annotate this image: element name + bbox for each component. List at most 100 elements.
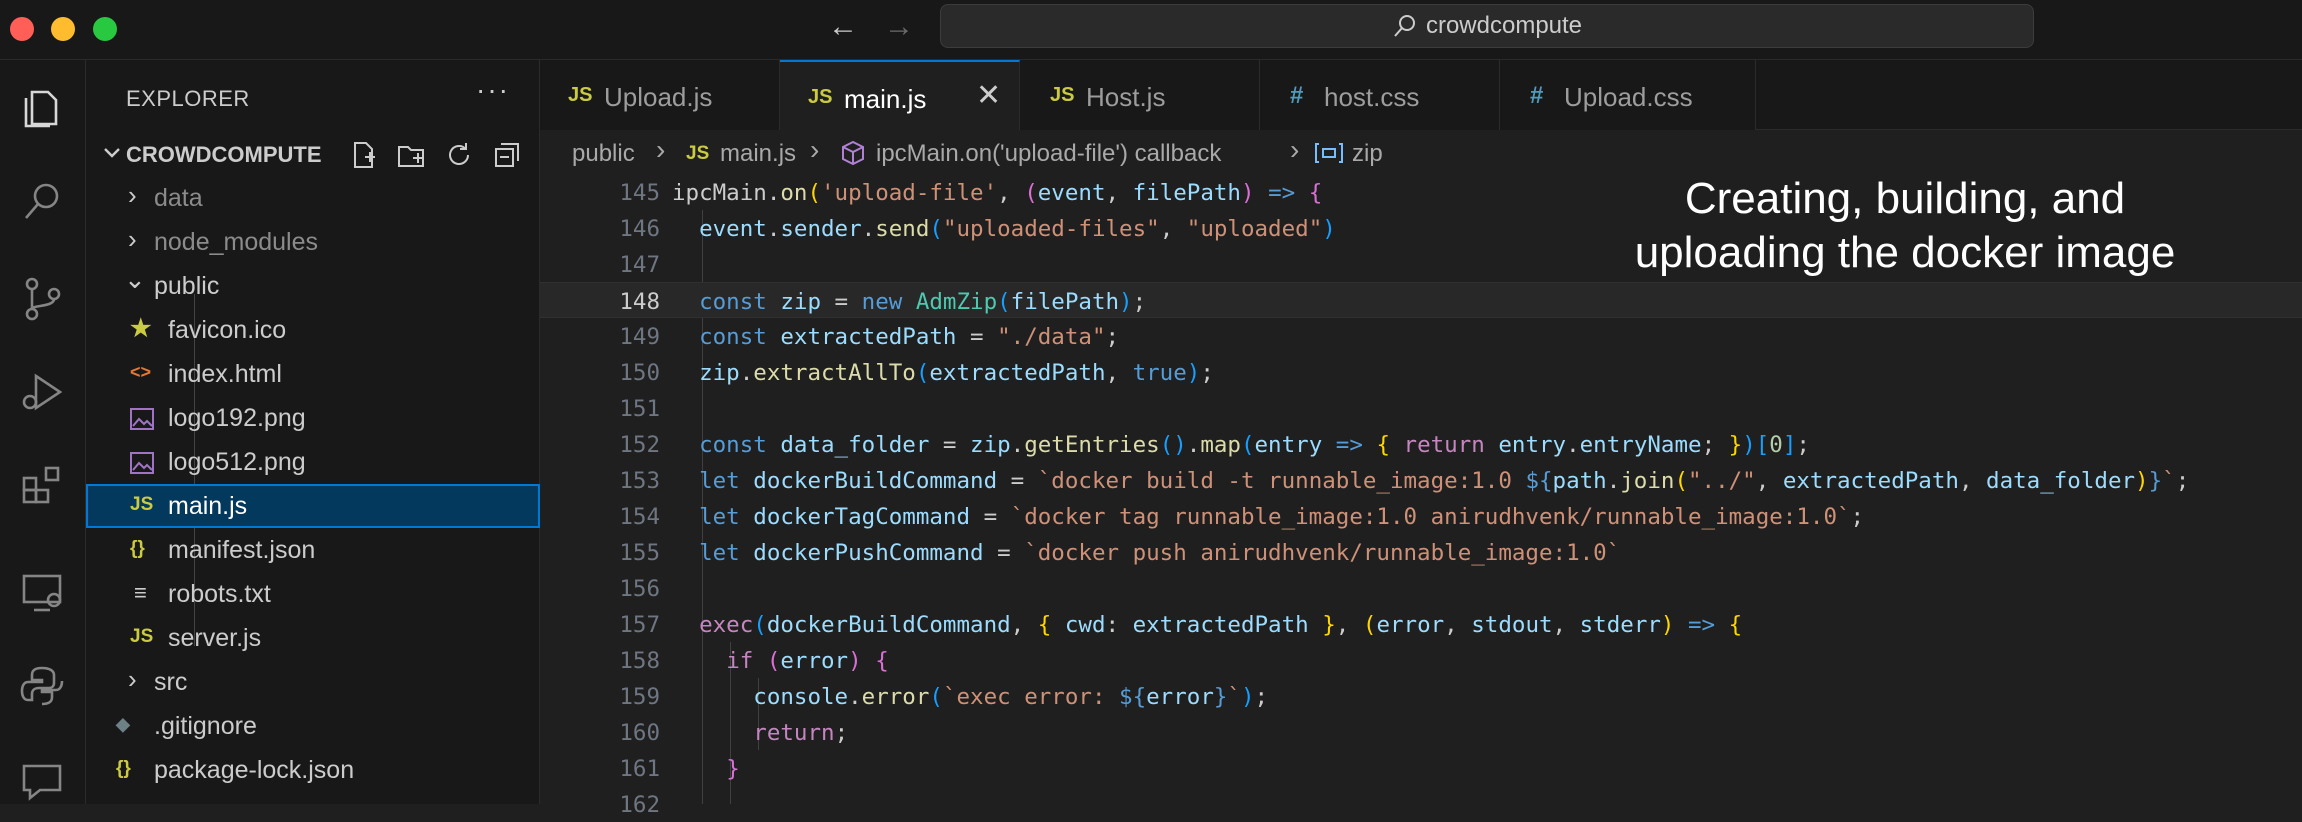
html-file-icon: <> [130,362,152,382]
tab-label: Upload.css [1564,82,1693,112]
run-debug-icon[interactable] [10,360,74,424]
tree-folder-data[interactable]: › data [86,176,540,220]
extensions-icon[interactable] [10,454,74,518]
tree-label: data [154,184,203,212]
code-line: 149 const extractedPath = "./data"; [540,318,2302,354]
search-icon[interactable] [10,170,74,234]
tree-file-robots[interactable]: ≡ robots.txt [86,572,540,616]
breadcrumb-folder[interactable]: public [572,140,635,168]
close-window-button[interactable] [10,17,34,41]
tab-main-js[interactable]: JS main.js ✕ [780,60,1020,131]
tree-file-manifest[interactable]: {} manifest.json [86,528,540,572]
code-text: } [726,756,740,782]
code-line: 161 } [540,750,2302,786]
tree-label: index.html [168,360,282,388]
tab-label: Upload.js [604,82,713,112]
tree-label: .gitignore [154,712,257,740]
command-center-search[interactable]: crowdcompute [940,4,2034,48]
code-line-current: 148 const zip = new AdmZip(filePath); [540,282,2302,318]
refresh-icon[interactable] [444,140,474,170]
tree-folder-node-modules[interactable]: › node_modules [86,220,540,264]
css-file-icon: # [1290,82,1304,109]
python-icon[interactable] [10,654,74,718]
tab-upload-css[interactable]: # Upload.css [1500,60,1756,130]
tree-label: src [154,668,188,696]
code-line: 162 [540,786,2302,822]
code-text: exec(dockerBuildCommand, { cwd: extracte… [699,612,1743,638]
breadcrumb-separator: › [810,134,820,165]
line-number: 151 [619,396,660,422]
tree-file-logo192[interactable]: logo192.png [86,396,540,440]
close-icon[interactable]: ✕ [976,78,1001,113]
tab-label: main.js [844,84,927,114]
star-icon: ★ [130,315,152,342]
chevron-down-icon: ⌄ [124,264,146,294]
code-line: 152 const data_folder = zip.getEntries()… [540,426,2302,462]
tree-label: package-lock.json [154,756,355,784]
js-file-icon: JS [808,86,833,108]
new-folder-icon[interactable] [396,140,426,170]
tree-label: server.js [168,624,262,652]
json-file-icon: {} [116,758,131,779]
back-arrow-icon[interactable]: ← [828,10,858,44]
tab-upload-js[interactable]: JS Upload.js [540,60,780,130]
code-line: 157 exec(dockerBuildCommand, { cwd: extr… [540,606,2302,642]
tree-file-server-js[interactable]: JS server.js [86,616,540,660]
tree-label: logo512.png [168,448,306,476]
line-number: 148 [619,289,660,315]
new-file-icon[interactable] [348,140,378,170]
chevron-right-icon: › [128,224,137,254]
tree-file-gitignore[interactable]: ◆ .gitignore [86,704,540,748]
source-control-icon[interactable] [10,266,74,330]
git-file-icon: ◆ [116,714,130,734]
explorer-actions [348,140,522,170]
line-number: 162 [619,792,660,818]
tab-host-css[interactable]: # host.css [1260,60,1500,130]
line-number: 156 [619,576,660,602]
code-text: const extractedPath = "./data"; [699,324,1120,350]
maximize-window-button[interactable] [93,17,117,41]
breadcrumb-variable[interactable]: zip [1352,140,1383,168]
line-number: 146 [619,216,660,242]
tab-host-js[interactable]: JS Host.js [1020,60,1260,130]
json-file-icon: {} [130,538,145,559]
text-file-icon: ≡ [134,580,147,605]
image-file-icon [130,408,154,430]
tree-file-package-lock[interactable]: {} package-lock.json [86,748,540,792]
tree-label: node_modules [154,228,319,256]
explorer-icon[interactable] [10,76,74,140]
chat-icon[interactable] [10,750,74,814]
js-file-icon: JS [686,143,710,164]
tree-file-main-js[interactable]: JS main.js [86,484,540,528]
line-number: 147 [619,252,660,278]
tree-file-index-html[interactable]: <> index.html [86,352,540,396]
breadcrumb-symbol[interactable]: ipcMain.on('upload-file') callback [876,140,1221,168]
tree-folder-src[interactable]: › src [86,660,540,704]
caption-line-1: Creating, building, and [1684,174,2126,223]
line-number: 157 [619,612,660,638]
collapse-all-icon[interactable] [492,140,522,170]
forward-arrow-icon[interactable]: → [884,10,914,44]
caption-line-2: uploading the docker image [1634,228,2176,277]
tree-file-favicon[interactable]: ★ favicon.ico [86,308,540,352]
variable-symbol-icon [1315,143,1343,163]
line-number: 150 [619,360,660,386]
breadcrumb-separator: › [656,134,666,165]
tree-file-logo512[interactable]: logo512.png [86,440,540,484]
tree-folder-public[interactable]: ⌄ public [86,264,540,308]
project-folder-header[interactable]: CROWDCOMPUTE [86,136,540,172]
tree-label: favicon.ico [168,316,287,344]
title-bar: ← → crowdcompute [0,0,2302,60]
minimize-window-button[interactable] [51,17,75,41]
js-file-icon: JS [1050,84,1075,106]
remote-explorer-icon[interactable] [10,560,74,624]
more-actions-icon[interactable]: ··· [476,74,510,106]
code-line: 150 zip.extractAllTo(extractedPath, true… [540,354,2302,390]
chevron-right-icon: › [128,180,137,210]
code-text: return; [753,720,849,746]
tree-label: public [154,272,220,300]
line-number: 155 [619,540,660,566]
overlay-caption: Creating, building, and uploading the do… [1590,172,2220,280]
breadcrumb-file[interactable]: main.js [720,140,796,168]
tab-label: Host.js [1086,82,1166,112]
